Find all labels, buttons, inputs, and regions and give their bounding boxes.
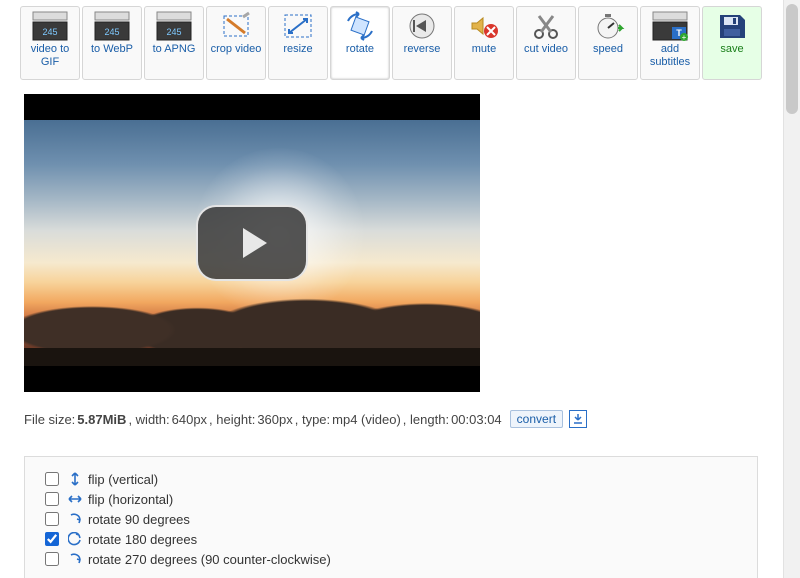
rotate-options-panel: flip (vertical) flip (horizontal) rotate 9… [24, 456, 758, 578]
option-checkbox-rot270[interactable] [45, 552, 59, 566]
option-label: flip (horizontal) [88, 492, 173, 507]
svg-text:245: 245 [166, 27, 181, 37]
option-rot270[interactable]: rotate 270 degrees (90 counter-clockwise… [41, 549, 741, 569]
video-info-line: File size: 5.87MiB , width: 640px , heig… [24, 410, 800, 428]
tool-mute[interactable]: mute [454, 6, 514, 80]
option-label: rotate 180 degrees [88, 532, 197, 547]
tool-save[interactable]: save [702, 6, 762, 80]
tool-add-subtitles[interactable]: T + add subtitles [640, 6, 700, 80]
video-height: 360px [257, 412, 292, 427]
tool-speed[interactable]: speed [578, 6, 638, 80]
tool-label: reverse [404, 43, 441, 56]
scrollbar-thumb[interactable] [786, 4, 798, 114]
video-player[interactable] [24, 94, 480, 392]
tool-to-webp[interactable]: 245 to WebP [82, 6, 142, 80]
floppy-disk-icon [715, 11, 749, 41]
filesize-value: 5.87MiB [77, 412, 126, 427]
option-rot90[interactable]: rotate 90 degrees [41, 509, 741, 529]
tool-label: mute [472, 43, 496, 56]
tool-resize[interactable]: resize [268, 6, 328, 80]
option-checkbox-rot90[interactable] [45, 512, 59, 526]
option-checkbox-rot180[interactable] [45, 532, 59, 546]
play-button[interactable] [196, 205, 308, 281]
video-length: 00:03:04 [451, 412, 502, 427]
tool-label: resize [283, 43, 312, 56]
film-clapper-icon: 245 [94, 11, 130, 41]
flip-horizontal-icon [68, 492, 82, 506]
option-label: rotate 270 degrees (90 counter-clockwise… [88, 552, 331, 567]
option-checkbox-flip_v[interactable] [45, 472, 59, 486]
option-flip_v[interactable]: flip (vertical) [41, 469, 741, 489]
option-label: rotate 90 degrees [88, 512, 190, 527]
rotate-arrow-icon [68, 532, 82, 546]
download-icon[interactable] [569, 410, 587, 428]
stopwatch-icon [591, 11, 625, 41]
filesize-label: File size: [24, 412, 75, 427]
film-clapper-icon: 245 [156, 11, 192, 41]
rotate-icon [343, 11, 377, 41]
mute-icon [467, 11, 501, 41]
convert-button[interactable]: convert [510, 410, 563, 428]
subtitles-icon: T + [652, 11, 688, 41]
video-type: mp4 (video) [332, 412, 401, 427]
option-checkbox-flip_h[interactable] [45, 492, 59, 506]
tool-rotate[interactable]: rotate [330, 6, 390, 80]
tool-label: rotate [346, 43, 374, 56]
flip-vertical-icon [68, 472, 82, 486]
option-flip_h[interactable]: flip (horizontal) [41, 489, 741, 509]
tool-label: crop video [211, 43, 262, 56]
play-icon [243, 228, 267, 258]
svg-text:+: + [682, 33, 687, 41]
tool-label: add subtitles [641, 43, 699, 69]
tool-label: to WebP [91, 43, 133, 56]
rotate-arrow-icon [68, 512, 82, 526]
svg-text:245: 245 [104, 27, 119, 37]
video-width: 640px [172, 412, 207, 427]
svg-text:245: 245 [42, 27, 57, 37]
tool-label: cut video [524, 43, 568, 56]
toolbar: 245 video to GIF 245 to WebP 245 to APNG… [0, 0, 800, 80]
rotate-arrow-icon [68, 552, 82, 566]
tool-cut-video[interactable]: cut video [516, 6, 576, 80]
resize-icon [281, 11, 315, 41]
tool-reverse[interactable]: reverse [392, 6, 452, 80]
crop-icon [219, 11, 253, 41]
option-rot180[interactable]: rotate 180 degrees [41, 529, 741, 549]
tool-crop-video[interactable]: crop video [206, 6, 266, 80]
vertical-scrollbar[interactable] [783, 0, 800, 578]
reverse-icon [405, 11, 439, 41]
option-label: flip (vertical) [88, 472, 158, 487]
tool-label: speed [593, 43, 623, 56]
scissors-icon [529, 11, 563, 41]
tool-video-to-gif[interactable]: 245 video to GIF [20, 6, 80, 80]
film-clapper-icon: 245 [32, 11, 68, 41]
tool-label: to APNG [153, 43, 196, 56]
tool-to-apng[interactable]: 245 to APNG [144, 6, 204, 80]
tool-label: save [720, 43, 743, 56]
tool-label: video to GIF [21, 43, 79, 69]
